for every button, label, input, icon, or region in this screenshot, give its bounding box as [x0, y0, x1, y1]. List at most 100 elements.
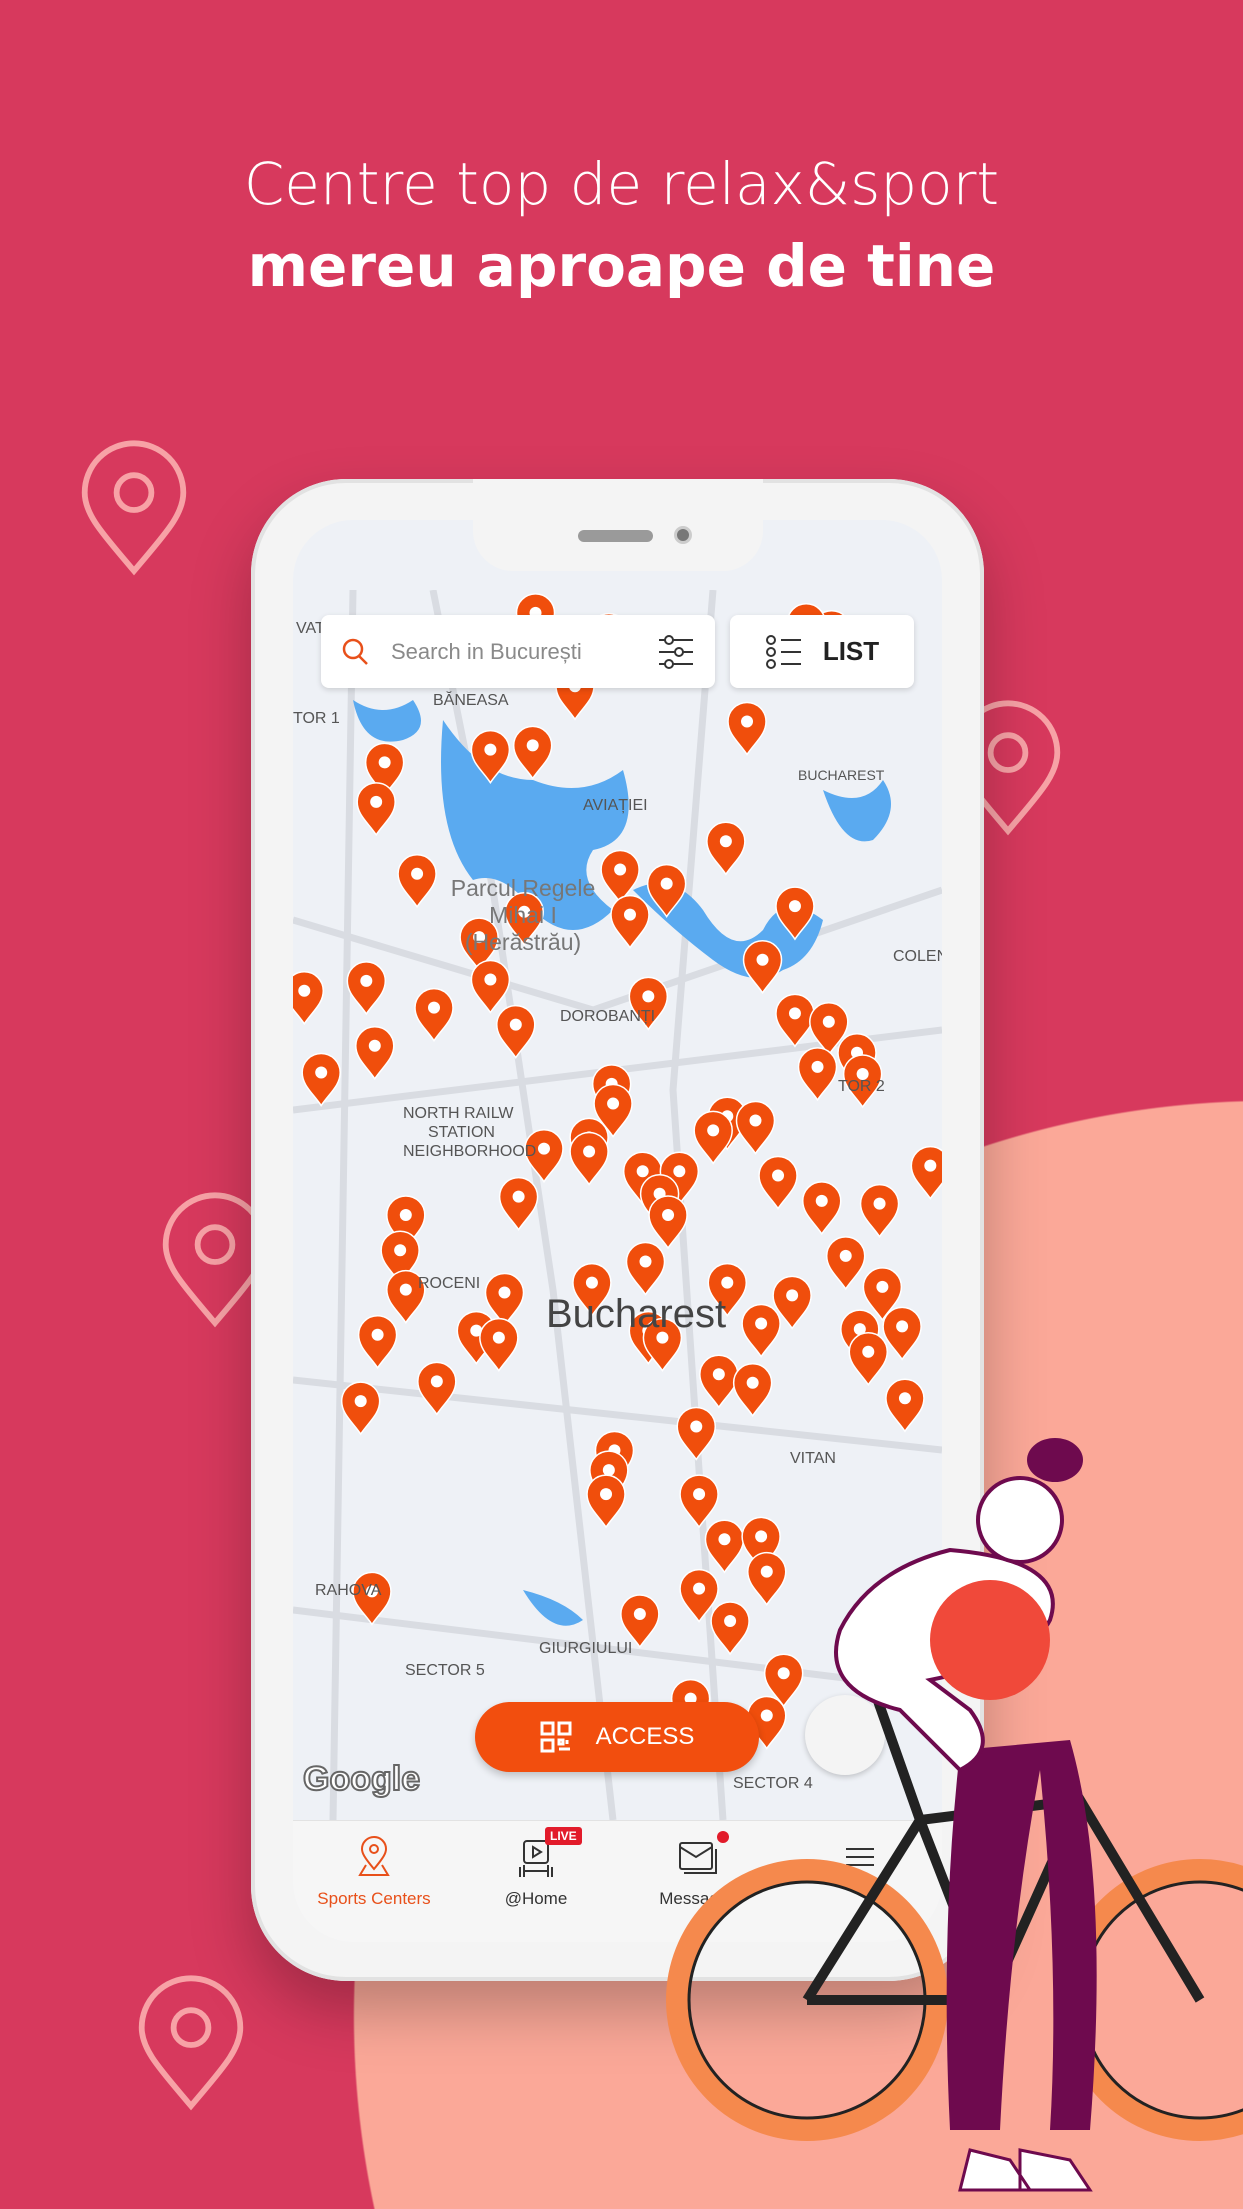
map-pin-dot — [788, 1007, 801, 1020]
map-pin[interactable] — [727, 701, 767, 756]
map-pin-dot — [537, 1142, 550, 1155]
map-pin[interactable] — [356, 782, 396, 837]
sliders-icon[interactable] — [657, 633, 695, 671]
phone-speaker — [578, 530, 653, 542]
map-pin-dot — [298, 984, 311, 997]
map-label: AVIAȚIEI — [583, 797, 648, 814]
nav-label: @Home — [504, 1889, 568, 1908]
map-pin[interactable] — [355, 1026, 395, 1081]
map-pin-dot — [360, 974, 373, 987]
list-icon — [765, 634, 801, 669]
map-pin-dot — [642, 990, 655, 1003]
map-label-park: Parcul Regele Mihai I (Herăstrău) — [450, 875, 596, 955]
map-pin-dot — [498, 1286, 511, 1299]
map-pin-dot — [399, 1208, 412, 1221]
nav-sports-centers[interactable]: Sports Centers — [293, 1821, 455, 1942]
map-pin[interactable] — [775, 993, 815, 1048]
phone-notch — [473, 479, 763, 571]
map-pin-dot — [484, 743, 497, 756]
nav-home[interactable]: LIVE @Home — [455, 1821, 617, 1942]
map-pin[interactable] — [741, 1303, 781, 1358]
search-bar[interactable]: Search in București — [321, 615, 715, 688]
map-pin-dot — [749, 1114, 762, 1127]
map-pin-dot — [707, 1124, 720, 1137]
map-pin-dot — [600, 1488, 613, 1501]
map-pin-dot — [898, 1392, 911, 1405]
map-pin[interactable] — [732, 1363, 773, 1418]
map-pin-dot — [315, 1066, 328, 1079]
map-pin-dot — [811, 1060, 824, 1073]
live-badge: LIVE — [545, 1827, 582, 1845]
map-label: COLEN — [893, 948, 942, 965]
map-pin[interactable] — [699, 1354, 739, 1409]
map-pin-dot — [399, 1283, 412, 1296]
map-pin[interactable] — [498, 1176, 539, 1231]
map-pin[interactable] — [910, 1145, 942, 1200]
map-pin-dot — [354, 1395, 367, 1408]
map-pin[interactable] — [293, 971, 325, 1026]
map-pin-dot — [876, 1280, 889, 1293]
map-pin-dot — [822, 1015, 835, 1028]
map-pin[interactable] — [586, 1474, 626, 1529]
map-pin-dot — [411, 867, 424, 880]
map-pin[interactable] — [417, 1361, 457, 1416]
map-pin-dot — [512, 1190, 525, 1203]
map-pin-dot — [815, 1194, 828, 1207]
map-pin[interactable] — [848, 1332, 889, 1387]
map-pin-dot — [378, 756, 391, 769]
map-pin-dot — [756, 953, 769, 966]
headline-line2: mereu aproape de tine — [247, 232, 996, 300]
map-pin-dot — [660, 877, 673, 890]
map-pin-dot — [623, 908, 636, 921]
map-label: GIURGIULUI — [539, 1640, 633, 1657]
map-pin[interactable] — [512, 725, 553, 780]
search-input[interactable]: Search in București — [391, 639, 657, 665]
map-pin-icon — [358, 1836, 390, 1876]
map-pin[interactable] — [625, 1241, 666, 1296]
list-button[interactable]: LIST — [730, 615, 914, 688]
map-pin-dot — [755, 1317, 768, 1330]
map-pin[interactable] — [735, 1100, 776, 1155]
map-pin-dot — [636, 1165, 649, 1178]
map-label-city: Bucharest — [546, 1292, 727, 1336]
map-pin-dot — [370, 795, 383, 808]
map-pin-dot — [639, 1255, 652, 1268]
phone-camera — [674, 526, 692, 544]
torso — [930, 1580, 1050, 1700]
map-pin[interactable] — [479, 1317, 519, 1372]
cyclist-illustration — [666, 1438, 1243, 2192]
map-pin[interactable] — [414, 988, 454, 1043]
map-label: DOROBANȚI — [560, 1008, 656, 1025]
map-pin-dot — [583, 1145, 596, 1158]
map-pin[interactable] — [357, 1315, 398, 1370]
map-pin[interactable] — [346, 961, 387, 1016]
map-pin[interactable] — [825, 1236, 866, 1291]
map-pin[interactable] — [882, 1306, 922, 1361]
map-pin[interactable] — [801, 1181, 842, 1236]
map-pin[interactable] — [610, 894, 650, 949]
map-pin[interactable] — [301, 1052, 341, 1107]
map-pin-dot — [896, 1320, 909, 1333]
map-pin-dot — [772, 1169, 785, 1182]
map-label: BĂNEASA — [433, 692, 509, 709]
map-pin-dot — [430, 1375, 443, 1388]
map-label: SECTOR 5 — [405, 1662, 485, 1679]
map-pin-dot — [368, 1039, 381, 1052]
map-pin[interactable] — [397, 854, 437, 909]
map-pin[interactable] — [340, 1381, 381, 1436]
map-pin[interactable] — [758, 1155, 798, 1210]
map-pin-dot — [371, 1328, 384, 1341]
map-pin-dot — [607, 1097, 620, 1110]
list-label: LIST — [822, 636, 880, 666]
hair-bun — [1027, 1438, 1083, 1482]
map-pin[interactable] — [742, 940, 783, 995]
map-pin[interactable] — [470, 959, 511, 1014]
map-pin[interactable] — [496, 1004, 536, 1059]
map-pin[interactable] — [693, 1110, 733, 1165]
map-pin-dot — [721, 1276, 734, 1289]
map-pin[interactable] — [706, 821, 746, 876]
location-pin-icon — [81, 440, 187, 576]
map-pin[interactable] — [859, 1184, 900, 1239]
map-pin[interactable] — [797, 1047, 838, 1102]
map-pin[interactable] — [569, 1131, 609, 1186]
